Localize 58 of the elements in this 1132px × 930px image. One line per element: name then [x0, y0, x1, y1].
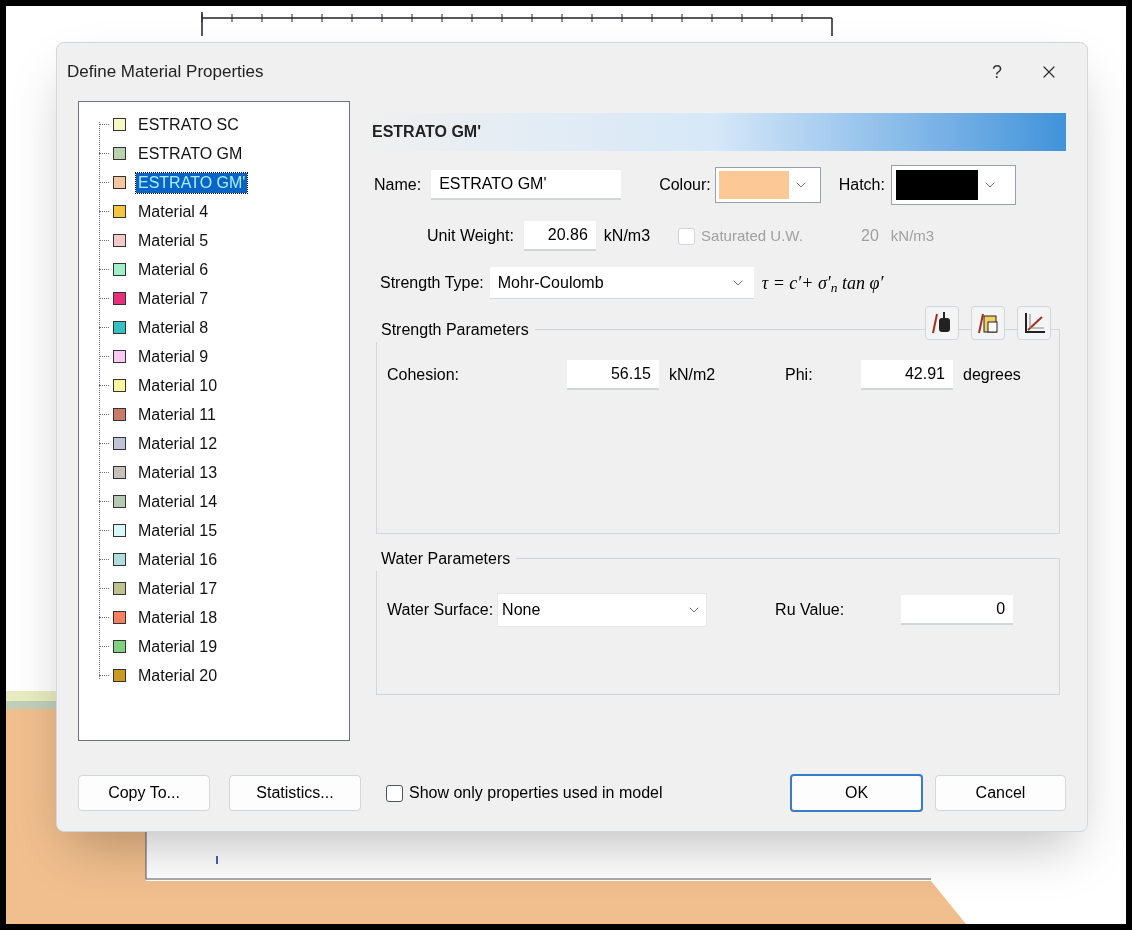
tree-item[interactable]: Material 17	[136, 578, 220, 599]
graph-icon	[1022, 311, 1046, 335]
cancel-button[interactable]: Cancel	[935, 775, 1066, 811]
tree-item[interactable]: Material 7	[136, 288, 211, 309]
tree-item[interactable]: Material 16	[136, 549, 220, 570]
tree-item[interactable]: Material 11	[136, 404, 218, 425]
field-label: Unit Weight:	[427, 226, 514, 246]
field-label: Ru Value:	[775, 600, 846, 620]
tree-item[interactable]: Material 8	[136, 317, 211, 338]
tree-item[interactable]: ESTRATO GM	[136, 143, 245, 164]
field-label: Name:	[374, 175, 422, 195]
name-field[interactable]: ESTRATO GM'	[431, 170, 622, 200]
tree-item[interactable]: ESTRATO GM'	[136, 172, 248, 193]
checkbox-label: Show only properties used in model	[409, 783, 663, 803]
tree-item[interactable]: Material 13	[136, 462, 220, 483]
unit-label: degrees	[963, 365, 1021, 385]
unit-label: kN/m3	[890, 225, 935, 246]
tree-item[interactable]: Material 14	[136, 491, 220, 512]
ru-value-field[interactable]: 0	[901, 595, 1014, 625]
colour-dropdown[interactable]	[714, 167, 821, 203]
field-label: Cohesion:	[387, 365, 461, 385]
field-label: Colour:	[659, 175, 711, 195]
tree-item[interactable]: Material 19	[136, 636, 220, 657]
help-button[interactable]: ?	[977, 58, 1017, 86]
ok-button[interactable]: OK	[790, 774, 923, 812]
formula: τ = c′+ σ′$_{n}$ tan φ′	[761, 271, 884, 297]
unit-weight-field[interactable]: 20.86	[523, 221, 596, 251]
tree-item[interactable]: Material 12	[136, 433, 220, 454]
tree-item[interactable]: Material 6	[136, 259, 211, 280]
toolbar-button[interactable]	[1017, 306, 1051, 340]
unit-label: kN/m2	[669, 365, 717, 385]
tree-item[interactable]: Material 15	[136, 520, 220, 541]
cohesion-field[interactable]: 56.15	[567, 360, 659, 390]
checkbox[interactable]	[386, 784, 403, 802]
tree-item[interactable]: Material 10	[136, 375, 220, 396]
phi-field[interactable]: 42.91	[861, 360, 953, 390]
tree-item[interactable]: ESTRATO SC	[136, 114, 241, 135]
strength-type-dropdown[interactable]: Mohr-Coulomb	[489, 267, 754, 299]
field-label: Strength Type:	[380, 273, 484, 293]
unit-label: kN/m3	[603, 226, 651, 246]
field-label: Hatch:	[838, 175, 885, 195]
checkbox-label: Saturated U.W.	[701, 225, 803, 246]
tree-item[interactable]: Material 4	[136, 201, 211, 222]
saturated-field: 20	[816, 221, 887, 251]
hatch-dropdown[interactable]	[890, 165, 1016, 205]
toolbar-button[interactable]	[925, 306, 959, 340]
field-label: Water Surface:	[387, 600, 494, 620]
window-title: Define Material Properties	[67, 61, 265, 84]
field-label: Phi:	[785, 365, 814, 385]
tree-item[interactable]: Material 20	[136, 665, 220, 686]
tree-item[interactable]: Material 5	[136, 230, 211, 251]
tree-item[interactable]: Material 18	[136, 607, 220, 628]
clipboard-icon	[976, 311, 1000, 335]
toolbar-button[interactable]	[971, 306, 1005, 340]
statistics-button[interactable]: Statistics...	[229, 775, 361, 811]
water-surface-dropdown[interactable]: None	[497, 593, 708, 627]
tree-item[interactable]: Material 9	[136, 346, 211, 367]
copy-to-button[interactable]: Copy To...	[78, 775, 210, 811]
